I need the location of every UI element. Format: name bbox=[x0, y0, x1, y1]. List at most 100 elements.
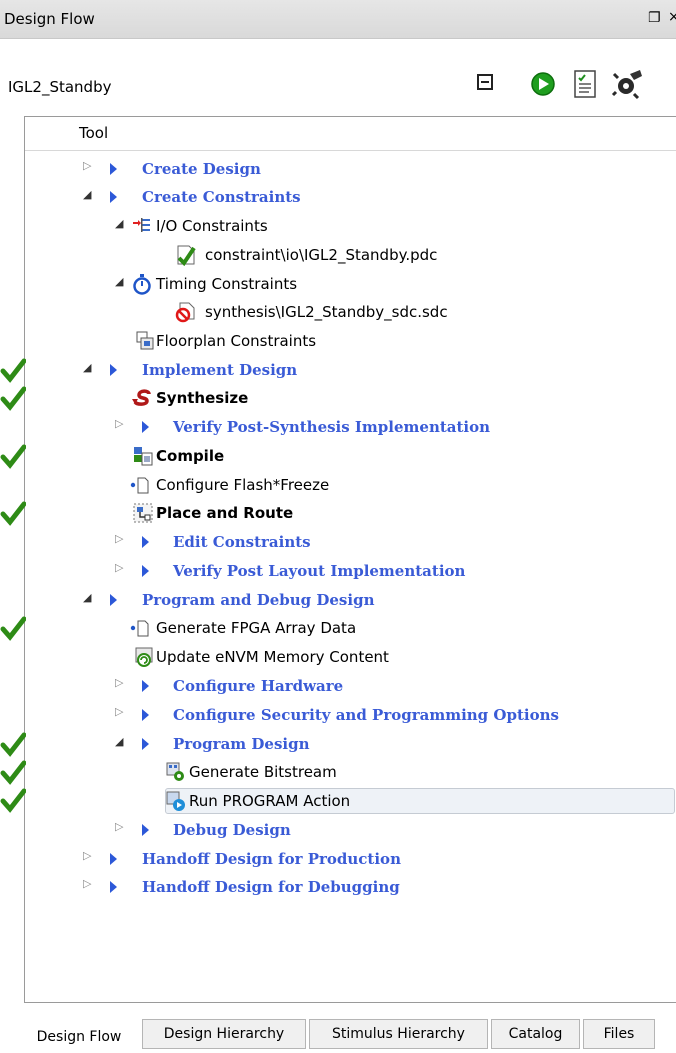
tree-label: Compile bbox=[156, 447, 225, 465]
tree-row-sdc-file[interactable]: synthesis\IGL2_Standby_sdc.sdc bbox=[25, 298, 676, 326]
expand-arrow-icon[interactable]: ▷ bbox=[115, 820, 127, 833]
play-arrow-icon bbox=[110, 881, 117, 893]
tool-doc-icon bbox=[130, 620, 149, 637]
play-arrow-icon bbox=[142, 421, 149, 433]
tree-row-handoff-production[interactable]: ▷ Handoff Design for Production bbox=[25, 845, 676, 873]
design-flow-tree[interactable]: Tool ▷ Create Design ◢ Create Constraint… bbox=[24, 116, 676, 1003]
tree-row-compile[interactable]: Compile bbox=[25, 442, 676, 470]
tree-row-io-constraints[interactable]: ◢ I/O Constraints bbox=[25, 212, 676, 240]
panel-title: Design Flow bbox=[4, 10, 95, 28]
completed-check-icon bbox=[0, 732, 26, 757]
tree-label: Verify Post-Synthesis Implementation bbox=[173, 418, 491, 436]
completed-check-icon bbox=[0, 444, 26, 469]
tree-row-implement-design[interactable]: ◢ Implement Design bbox=[25, 356, 676, 384]
tree-label: Configure Security and Programming Optio… bbox=[173, 706, 559, 724]
tab-design-flow[interactable]: Design Flow bbox=[20, 1023, 138, 1053]
tree-label: Debug Design bbox=[173, 821, 291, 839]
tab-stimulus-hierarchy[interactable]: Stimulus Hierarchy bbox=[309, 1019, 488, 1049]
completed-check-icon bbox=[0, 501, 26, 526]
completed-check-icon bbox=[0, 386, 26, 411]
collapse-arrow-icon[interactable]: ◢ bbox=[115, 217, 127, 230]
tab-files[interactable]: Files bbox=[583, 1019, 655, 1049]
tree-row-place-and-route[interactable]: Place and Route bbox=[25, 499, 676, 527]
invalid-file-icon bbox=[175, 302, 195, 323]
stopwatch-icon bbox=[133, 274, 151, 295]
collapse-arrow-icon[interactable]: ◢ bbox=[115, 275, 127, 288]
completed-check-icon bbox=[0, 358, 26, 383]
play-arrow-icon bbox=[110, 364, 117, 376]
tree-label: synthesis\IGL2_Standby_sdc.sdc bbox=[205, 303, 448, 321]
tree-label: Implement Design bbox=[142, 361, 298, 379]
panel-tab-bar: Design Flow Design Hierarchy Stimulus Hi… bbox=[0, 1003, 676, 1053]
tree-row-run-program-action[interactable]: Run PROGRAM Action bbox=[25, 787, 676, 815]
tree-row-create-constraints[interactable]: ◢ Create Constraints bbox=[25, 183, 676, 211]
expand-arrow-icon[interactable]: ▷ bbox=[115, 532, 127, 545]
expand-arrow-icon[interactable]: ▷ bbox=[115, 705, 127, 718]
tree-label: Edit Constraints bbox=[173, 533, 311, 551]
tree-label: Update eNVM Memory Content bbox=[156, 648, 389, 666]
play-arrow-icon bbox=[142, 680, 149, 692]
expand-arrow-icon[interactable]: ▷ bbox=[115, 676, 127, 689]
tree-row-create-design[interactable]: ▷ Create Design bbox=[25, 155, 676, 183]
close-icon[interactable]: × bbox=[668, 9, 676, 25]
tree-label: Create Constraints bbox=[142, 188, 301, 206]
tab-catalog[interactable]: Catalog bbox=[491, 1019, 580, 1049]
tool-doc-icon bbox=[130, 477, 149, 494]
tree-row-floorplan-constraints[interactable]: Floorplan Constraints bbox=[25, 327, 676, 355]
collapse-arrow-icon[interactable]: ◢ bbox=[83, 188, 95, 201]
compile-icon bbox=[134, 447, 153, 466]
tree-row-configure-flash-freeze[interactable]: Configure Flash*Freeze bbox=[25, 471, 676, 499]
play-arrow-icon bbox=[142, 824, 149, 836]
io-constraints-icon bbox=[133, 218, 150, 232]
tree-row-generate-fpga-array-data[interactable]: Generate FPGA Array Data bbox=[25, 614, 676, 642]
tree-row-edit-constraints[interactable]: ▷ Edit Constraints bbox=[25, 528, 676, 556]
tree-row-handoff-debugging[interactable]: ▷ Handoff Design for Debugging bbox=[25, 873, 676, 901]
synthesize-icon bbox=[132, 389, 151, 406]
expand-arrow-icon[interactable]: ▷ bbox=[83, 877, 95, 890]
restore-icon[interactable]: ❐ bbox=[648, 10, 661, 26]
tool-column-header[interactable]: Tool bbox=[79, 124, 108, 142]
options-gear-icon[interactable] bbox=[610, 64, 646, 104]
memory-update-icon bbox=[135, 647, 153, 667]
report-icon[interactable] bbox=[567, 64, 603, 104]
tree-row-debug-design[interactable]: ▷ Debug Design bbox=[25, 816, 676, 844]
play-arrow-icon bbox=[110, 163, 117, 175]
completed-check-icon bbox=[0, 760, 26, 785]
collapse-all-icon[interactable] bbox=[477, 74, 493, 90]
play-arrow-icon bbox=[142, 565, 149, 577]
collapse-arrow-icon[interactable]: ◢ bbox=[83, 591, 95, 604]
expand-arrow-icon[interactable]: ▷ bbox=[115, 561, 127, 574]
collapse-arrow-icon[interactable]: ◢ bbox=[115, 735, 127, 748]
play-arrow-icon bbox=[142, 536, 149, 548]
tree-row-timing-constraints[interactable]: ◢ Timing Constraints bbox=[25, 270, 676, 298]
tree-header: Tool bbox=[25, 117, 676, 151]
tree-row-configure-security[interactable]: ▷ Configure Security and Programming Opt… bbox=[25, 701, 676, 729]
tree-row-verify-post-synthesis[interactable]: ▷ Verify Post-Synthesis Implementation bbox=[25, 413, 676, 441]
project-name: IGL2_Standby bbox=[8, 78, 112, 96]
panel-title-bar: Design Flow ❐ × bbox=[0, 0, 676, 39]
play-arrow-icon bbox=[110, 191, 117, 203]
expand-arrow-icon[interactable]: ▷ bbox=[83, 849, 95, 862]
expand-arrow-icon[interactable]: ▷ bbox=[83, 159, 95, 172]
place-route-icon bbox=[133, 503, 153, 523]
tree-label: Run PROGRAM Action bbox=[189, 792, 351, 810]
tree-label: Handoff Design for Debugging bbox=[142, 878, 400, 896]
tree-row-synthesize[interactable]: Synthesize bbox=[25, 384, 676, 412]
play-arrow-icon bbox=[142, 738, 149, 750]
run-icon[interactable] bbox=[525, 64, 561, 104]
floorplan-icon bbox=[136, 331, 154, 350]
tree-row-verify-post-layout[interactable]: ▷ Verify Post Layout Implementation bbox=[25, 557, 676, 585]
tree-row-update-envm[interactable]: Update eNVM Memory Content bbox=[25, 643, 676, 671]
tree-label: Verify Post Layout Implementation bbox=[173, 562, 466, 580]
tree-row-generate-bitstream[interactable]: Generate Bitstream bbox=[25, 758, 676, 786]
tree-row-pdc-file[interactable]: constraint\io\IGL2_Standby.pdc bbox=[25, 241, 676, 269]
tree-row-configure-hardware[interactable]: ▷ Configure Hardware bbox=[25, 672, 676, 700]
tree-row-program-design[interactable]: ◢ Program Design bbox=[25, 730, 676, 758]
completed-check-icon bbox=[0, 616, 26, 641]
tree-row-program-and-debug-design[interactable]: ◢ Program and Debug Design bbox=[25, 586, 676, 614]
collapse-arrow-icon[interactable]: ◢ bbox=[83, 361, 95, 374]
tab-design-hierarchy[interactable]: Design Hierarchy bbox=[142, 1019, 306, 1049]
tree-label: Configure Flash*Freeze bbox=[156, 476, 330, 494]
play-arrow-icon bbox=[110, 853, 117, 865]
expand-arrow-icon[interactable]: ▷ bbox=[115, 417, 127, 430]
